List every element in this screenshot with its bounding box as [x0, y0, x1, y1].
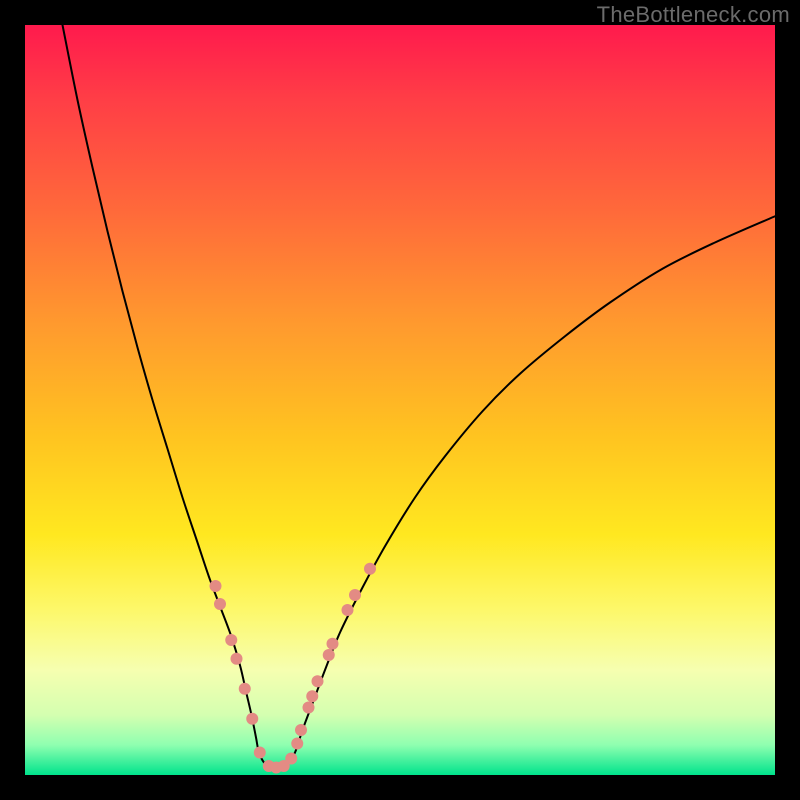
data-point — [303, 702, 315, 714]
data-point — [239, 683, 251, 695]
data-point — [349, 589, 361, 601]
bottleneck-curve — [63, 25, 776, 768]
data-point — [312, 675, 324, 687]
data-point — [327, 638, 339, 650]
bottleneck-curve-chart — [25, 25, 775, 775]
data-point — [214, 598, 226, 610]
data-point — [342, 604, 354, 616]
data-point — [291, 738, 303, 750]
watermark-text: TheBottleneck.com — [597, 2, 790, 28]
data-point — [210, 580, 222, 592]
curve-group — [63, 25, 776, 768]
data-point — [231, 653, 243, 665]
marker-group — [210, 563, 377, 774]
data-point — [364, 563, 376, 575]
data-point — [295, 724, 307, 736]
data-point — [285, 753, 297, 765]
data-point — [323, 649, 335, 661]
data-point — [246, 713, 258, 725]
data-point — [254, 747, 266, 759]
data-point — [306, 690, 318, 702]
data-point — [225, 634, 237, 646]
